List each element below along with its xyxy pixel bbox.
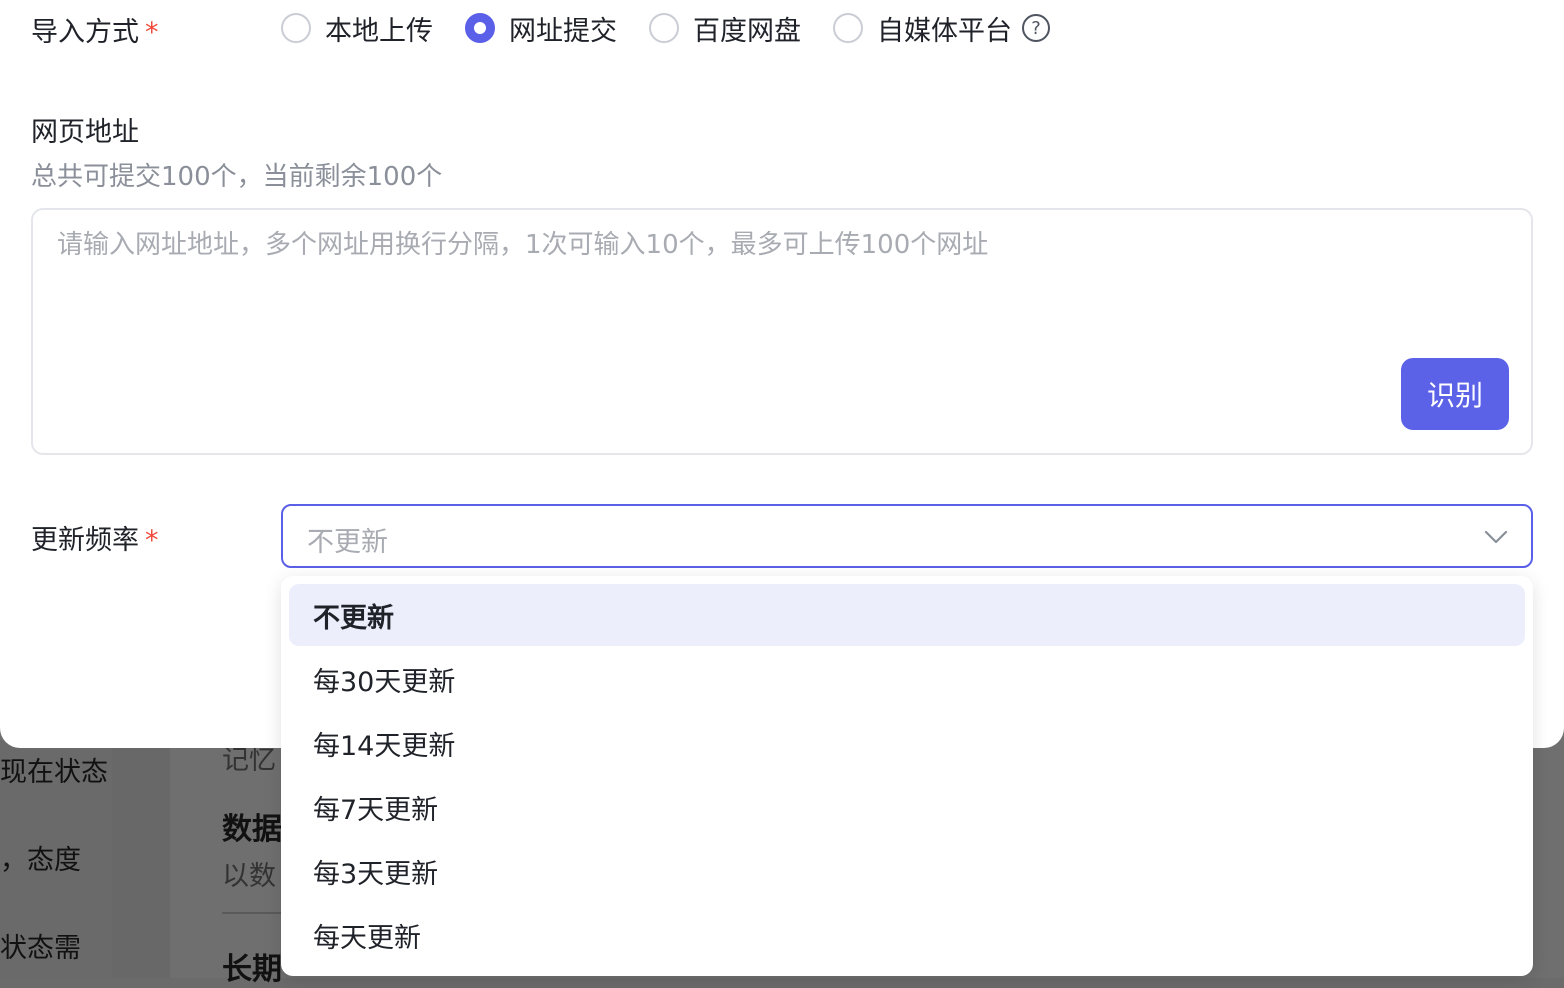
import-method-radio-group: 本地上传 网址提交 百度网盘 自媒体平台 ?	[281, 8, 1050, 48]
radio-baidu-netdisk[interactable]: 百度网盘	[649, 9, 801, 48]
radio-local-upload[interactable]: 本地上传	[281, 9, 433, 48]
dropdown-option-7-days[interactable]: 每7天更新	[289, 776, 1525, 838]
background-heading: 数据	[222, 812, 282, 847]
dropdown-option-14-days[interactable]: 每14天更新	[289, 712, 1525, 774]
radio-circle-checked[interactable]	[465, 13, 495, 43]
import-method-label-text: 导入方式	[31, 17, 139, 48]
import-method-label: 导入方式 *	[31, 10, 159, 49]
radio-circle[interactable]	[649, 13, 679, 43]
background-heading: 长期	[222, 952, 282, 987]
chevron-down-icon	[1484, 530, 1508, 544]
radio-url-submit[interactable]: 网址提交	[465, 9, 617, 48]
background-text: ，态度	[0, 845, 81, 876]
web-address-label: 网页地址	[31, 117, 139, 148]
update-frequency-label-text: 更新频率	[31, 525, 139, 556]
dropdown-option-3-days[interactable]: 每3天更新	[289, 840, 1525, 902]
web-address-hint: 总共可提交100个，当前剩余100个	[31, 162, 443, 192]
radio-label: 本地上传	[325, 15, 433, 47]
url-textarea[interactable]: 请输入网址地址，多个网址用换行分隔，1次可输入10个，最多可上传100个网址 识…	[31, 208, 1533, 455]
update-frequency-label: 更新频率 *	[31, 518, 159, 557]
question-circle-icon[interactable]: ?	[1022, 14, 1050, 42]
background-column	[112, 740, 170, 978]
update-frequency-dropdown: 不更新 每30天更新 每14天更新 每7天更新 每3天更新 每天更新	[281, 576, 1533, 976]
radio-label: 百度网盘	[693, 15, 801, 47]
radio-circle[interactable]	[281, 13, 311, 43]
select-value: 不更新	[307, 527, 388, 558]
radio-self-media[interactable]: 自媒体平台 ?	[833, 9, 1050, 48]
background-text: 现在状态	[0, 757, 108, 788]
required-mark: *	[145, 525, 159, 556]
radio-label: 网址提交	[509, 15, 617, 47]
radio-circle[interactable]	[833, 13, 863, 43]
dropdown-option-no-update[interactable]: 不更新	[289, 584, 1525, 646]
dropdown-option-30-days[interactable]: 每30天更新	[289, 648, 1525, 710]
radio-label: 自媒体平台	[877, 15, 1012, 47]
recognize-button[interactable]: 识别	[1401, 358, 1509, 430]
background-text: 状态需	[0, 933, 81, 964]
url-textarea-placeholder: 请输入网址地址，多个网址用换行分隔，1次可输入10个，最多可上传100个网址	[57, 230, 989, 260]
dropdown-option-daily[interactable]: 每天更新	[289, 904, 1525, 966]
update-frequency-select[interactable]: 不更新	[281, 504, 1533, 568]
background-text: 以数	[222, 861, 276, 892]
required-mark: *	[145, 17, 159, 48]
